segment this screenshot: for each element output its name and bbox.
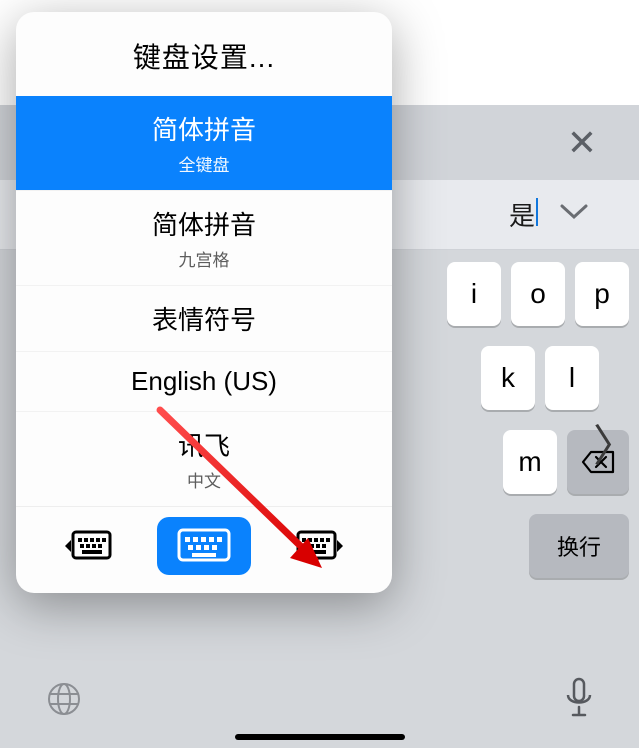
option-title: 简体拼音 [152,115,256,145]
key-o[interactable]: o [511,262,565,326]
key-m[interactable]: m [503,430,557,494]
home-indicator[interactable] [235,734,405,740]
keyboard-option-pinyin-9grid[interactable]: 简体拼音 九宫格 [16,190,392,285]
option-title: 讯飞 [178,431,230,461]
option-title: English (US) [131,366,277,396]
option-subtitle: 中文 [16,467,392,492]
globe-icon[interactable] [44,679,84,724]
popover-title[interactable]: 键盘设置... [16,12,392,96]
bottom-bar [0,662,639,748]
keyboard-option-english-us[interactable]: English (US) [16,351,392,411]
option-title: 表情符号 [152,305,256,335]
keyboard-option-iflytek[interactable]: 讯飞 中文 [16,411,392,506]
keyboard-option-emoji[interactable]: 表情符号 [16,285,392,351]
dock-center-button[interactable] [157,517,251,575]
key-k[interactable]: k [481,346,535,410]
option-subtitle: 九宫格 [16,246,392,271]
popover-footer [16,506,392,593]
option-subtitle: 全键盘 [16,151,392,176]
dock-left-button[interactable] [53,520,123,572]
side-forward-icon[interactable]: 〉 [593,410,637,474]
key-p[interactable]: p [575,262,629,326]
option-title: 简体拼音 [152,210,256,240]
suggestion-text[interactable]: 是 [509,196,535,233]
close-icon[interactable]: ✕ [567,122,597,164]
dictation-icon[interactable] [563,677,595,726]
key-i[interactable]: i [447,262,501,326]
key-l[interactable]: l [545,346,599,410]
return-key[interactable]: 换行 [529,514,629,578]
keyboard-option-pinyin-full[interactable]: 简体拼音 全键盘 [16,96,392,190]
dock-right-button[interactable] [285,520,355,572]
chevron-down-icon[interactable] [559,202,589,227]
keyboard-switcher-popover: 键盘设置... 简体拼音 全键盘 简体拼音 九宫格 表情符号 English (… [16,12,392,593]
